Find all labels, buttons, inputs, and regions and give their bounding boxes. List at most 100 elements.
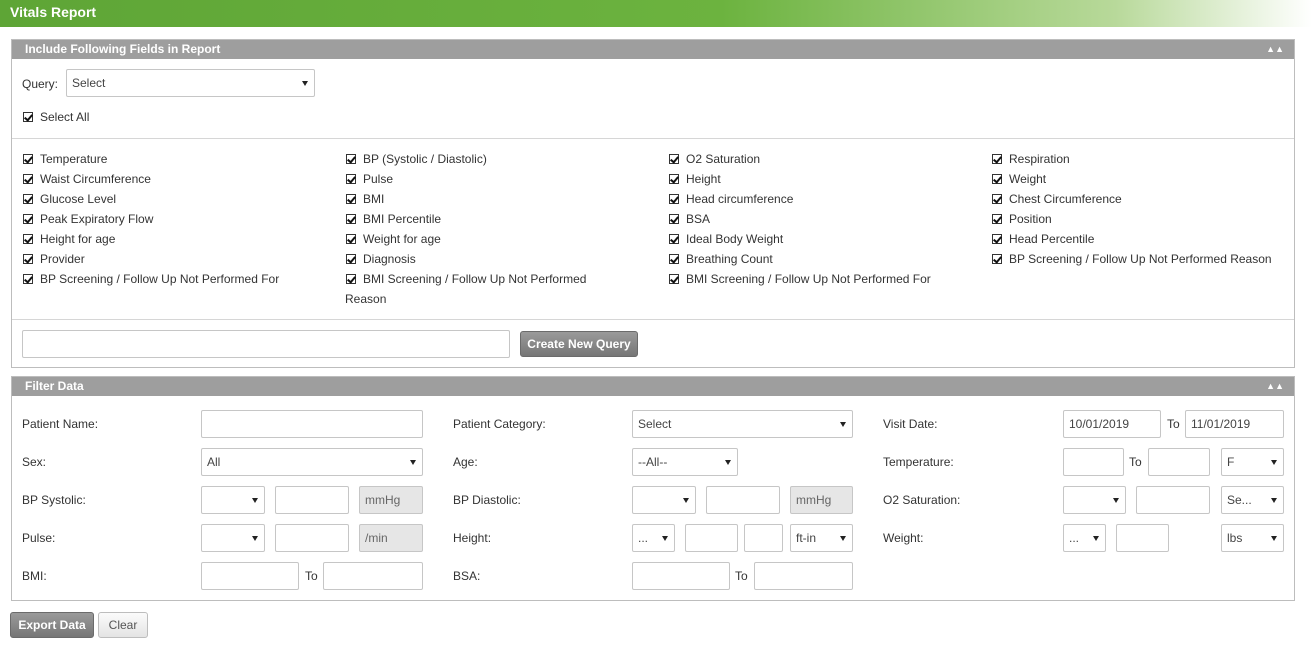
field-checkbox[interactable] xyxy=(669,154,679,164)
bsa-from-input[interactable] xyxy=(632,562,730,590)
patient-name-input[interactable] xyxy=(201,410,423,438)
field-label: BSA xyxy=(686,212,711,226)
height-operator-value: ... xyxy=(638,531,649,545)
weight-operator-select[interactable]: ... xyxy=(1063,524,1106,552)
field-checkbox[interactable] xyxy=(992,194,1002,204)
bp-diastolic-unit: mmHg xyxy=(790,486,853,514)
patient-category-select[interactable]: Select xyxy=(632,410,853,438)
select-all-label: Select All xyxy=(40,110,90,124)
sex-select[interactable]: All xyxy=(201,448,423,476)
temperature-to-input[interactable] xyxy=(1148,448,1210,476)
field-checkbox[interactable] xyxy=(346,194,356,204)
height-ft-input[interactable] xyxy=(685,524,738,552)
field-label: BMI xyxy=(363,192,385,206)
fields-divider-bottom xyxy=(12,319,1294,320)
field-label: Glucose Level xyxy=(40,192,117,206)
visit-date-to-input[interactable]: 11/01/2019 xyxy=(1185,410,1284,438)
query-select[interactable]: Select xyxy=(66,69,315,97)
field-checkbox[interactable] xyxy=(669,194,679,204)
bp-systolic-input[interactable] xyxy=(275,486,349,514)
bsa-to-label: To xyxy=(735,569,748,583)
field-checkbox[interactable] xyxy=(992,214,1002,224)
temperature-unit-select[interactable]: F xyxy=(1221,448,1284,476)
field-checkbox[interactable] xyxy=(346,254,356,264)
chevron-down-icon xyxy=(1271,536,1277,541)
field-checkbox[interactable] xyxy=(23,214,33,224)
bp-diastolic-input[interactable] xyxy=(706,486,780,514)
field-checkbox[interactable] xyxy=(346,174,356,184)
field-checkbox[interactable] xyxy=(23,154,33,164)
temperature-from-input[interactable] xyxy=(1063,448,1124,476)
pulse-label: Pulse: xyxy=(22,531,56,545)
field-checkbox[interactable] xyxy=(23,174,33,184)
field-checkbox[interactable] xyxy=(669,274,679,284)
collapse-icon[interactable]: ▲▲ xyxy=(1266,40,1284,59)
weight-unit-select[interactable]: lbs xyxy=(1221,524,1284,552)
height-in-input[interactable] xyxy=(744,524,783,552)
select-all-checkbox[interactable] xyxy=(23,112,33,122)
field-label: Provider xyxy=(40,252,85,266)
age-select[interactable]: --All-- xyxy=(632,448,738,476)
field-checkbox[interactable] xyxy=(992,254,1002,264)
sex-select-value: All xyxy=(207,455,221,469)
bsa-to-input[interactable] xyxy=(754,562,853,590)
field-label: BP (Systolic / Diastolic) xyxy=(363,152,487,166)
field-checkbox[interactable] xyxy=(23,194,33,204)
field-checkbox[interactable] xyxy=(23,274,33,284)
field-checkbox[interactable] xyxy=(346,274,356,284)
collapse-icon[interactable]: ▲▲ xyxy=(1266,377,1284,396)
field-label: Pulse xyxy=(363,172,394,186)
field-checkbox[interactable] xyxy=(992,154,1002,164)
bp-systolic-operator-select[interactable] xyxy=(201,486,265,514)
weight-unit-value: lbs xyxy=(1227,531,1243,545)
bp-diastolic-operator-select[interactable] xyxy=(632,486,696,514)
chevron-down-icon xyxy=(252,536,258,541)
field-checkbox[interactable] xyxy=(23,234,33,244)
export-data-button[interactable]: Export Data xyxy=(10,612,94,638)
field-checkbox[interactable] xyxy=(669,214,679,224)
field-checkbox[interactable] xyxy=(669,254,679,264)
field-checkbox[interactable] xyxy=(346,154,356,164)
field-label: Reason xyxy=(345,292,387,306)
o2-saturation-input[interactable] xyxy=(1136,486,1210,514)
create-new-query-button[interactable]: Create New Query xyxy=(520,331,638,357)
field-label: Chest Circumference xyxy=(1009,192,1122,206)
filter-panel-header[interactable]: Filter Data ▲▲ xyxy=(12,377,1294,396)
o2-operator-select[interactable] xyxy=(1063,486,1126,514)
pulse-input[interactable] xyxy=(275,524,349,552)
field-checkbox[interactable] xyxy=(992,174,1002,184)
fields-panel-header[interactable]: Include Following Fields in Report ▲▲ xyxy=(12,40,1294,59)
field-label: Height xyxy=(686,172,721,186)
field-checkbox[interactable] xyxy=(346,234,356,244)
bmi-to-input[interactable] xyxy=(323,562,423,590)
new-query-input[interactable] xyxy=(22,330,510,358)
page-title: Vitals Report xyxy=(0,0,1312,27)
height-unit-value: ft-in xyxy=(796,531,817,545)
chevron-down-icon xyxy=(302,81,308,86)
age-select-value: --All-- xyxy=(638,455,668,469)
weight-input[interactable] xyxy=(1116,524,1169,552)
temperature-label: Temperature: xyxy=(883,455,954,469)
height-unit-select[interactable]: ft-in xyxy=(790,524,853,552)
field-checkbox[interactable] xyxy=(669,174,679,184)
visit-date-from-input[interactable]: 10/01/2019 xyxy=(1063,410,1161,438)
fields-panel: Include Following Fields in Report ▲▲ Qu… xyxy=(11,39,1295,368)
bmi-from-input[interactable] xyxy=(201,562,299,590)
clear-button[interactable]: Clear xyxy=(98,612,148,638)
age-label: Age: xyxy=(453,455,478,469)
height-operator-select[interactable]: ... xyxy=(632,524,675,552)
field-label: Breathing Count xyxy=(686,252,773,266)
field-checkbox[interactable] xyxy=(346,214,356,224)
o2-unit-select[interactable]: Se... xyxy=(1221,486,1284,514)
pulse-operator-select[interactable] xyxy=(201,524,265,552)
visit-date-to-value: 11/01/2019 xyxy=(1191,417,1251,431)
pulse-unit-value: /min xyxy=(365,531,388,545)
field-checkbox[interactable] xyxy=(23,254,33,264)
field-label: Peak Expiratory Flow xyxy=(40,212,154,226)
field-label: Diagnosis xyxy=(363,252,416,266)
temperature-unit-value: F xyxy=(1227,455,1235,469)
chevron-down-icon xyxy=(1271,498,1277,503)
field-checkbox[interactable] xyxy=(992,234,1002,244)
bp-systolic-unit: mmHg xyxy=(359,486,423,514)
field-checkbox[interactable] xyxy=(669,234,679,244)
